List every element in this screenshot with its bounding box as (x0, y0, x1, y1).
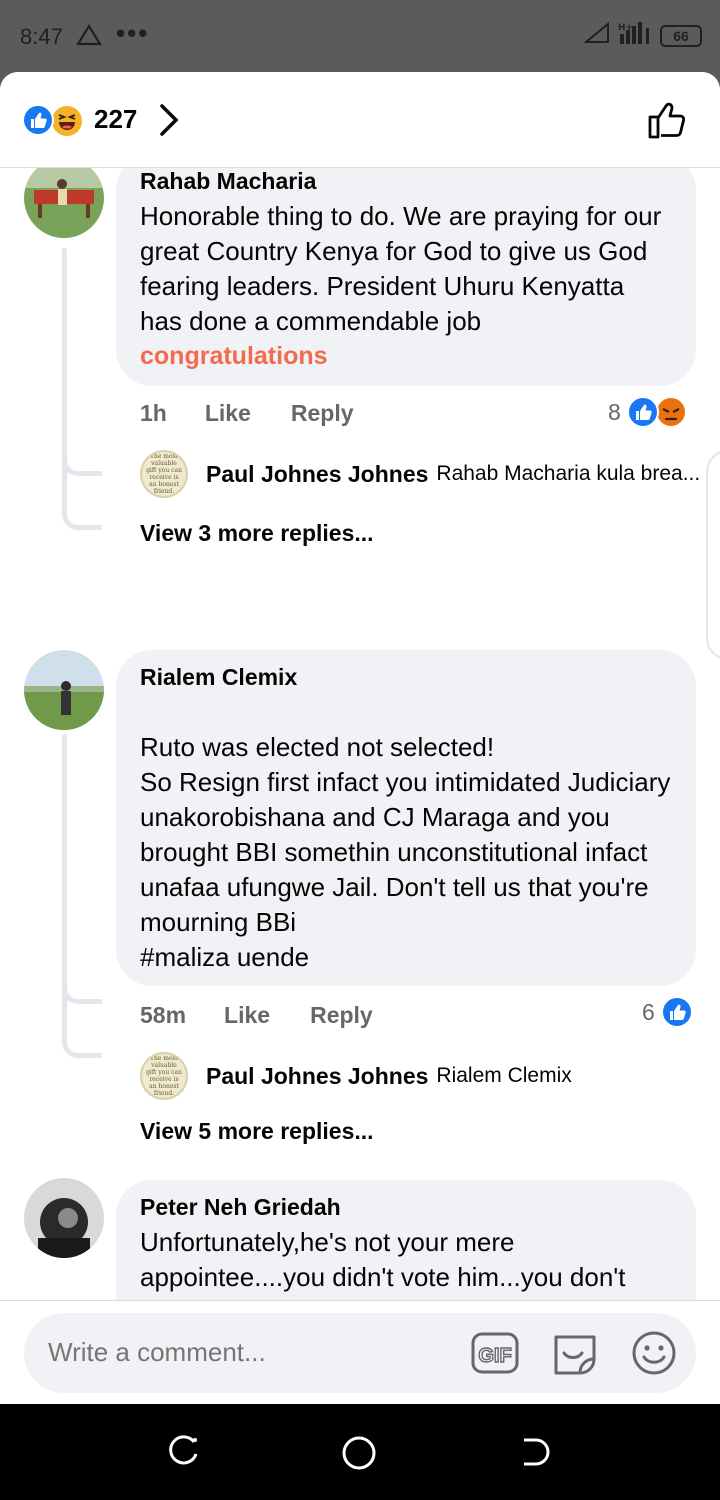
comment-author[interactable]: Peter Neh Griedah (140, 1194, 672, 1221)
emoji-icon[interactable] (630, 1329, 678, 1382)
view-more-replies[interactable]: View 3 more replies... (140, 520, 374, 547)
like-reaction-icon (660, 996, 693, 1028)
avatar[interactable]: The most valuable gift you can receive i… (140, 450, 188, 498)
comment-text: Honorable thing to do. We are praying fo… (140, 201, 662, 336)
like-reaction-icon (626, 396, 659, 428)
comment-text: Ruto was elected not selected! So Resign… (140, 732, 671, 972)
back-button[interactable] (516, 1434, 552, 1475)
avatar[interactable] (24, 1178, 104, 1258)
reaction-count[interactable]: 227 (94, 104, 137, 135)
avatar[interactable]: The most valuable gift you can receive i… (140, 1052, 188, 1100)
reply-author[interactable]: Paul Johnes Johnes (206, 461, 428, 488)
comment-author[interactable]: Rahab Macharia (140, 168, 672, 195)
chevron-right-icon[interactable] (158, 102, 182, 143)
view-more-replies[interactable]: View 5 more replies... (140, 1118, 374, 1145)
reply-button[interactable]: Reply (310, 1002, 373, 1029)
like-reaction-icon[interactable] (22, 104, 54, 136)
hashtag-link[interactable]: congratulations (140, 339, 672, 373)
svg-text:H+: H+ (618, 23, 633, 33)
comment-input-box[interactable]: GIF (24, 1313, 696, 1393)
comment-time: 58m (140, 1002, 187, 1028)
wifi-off-icon (583, 21, 610, 49)
recent-apps-button[interactable] (166, 1434, 202, 1475)
reactions-header: 227 (0, 72, 720, 168)
status-icons: H+ 66 (583, 20, 702, 51)
comments-sheet: 227 Rahab Macharia Honorable thing to do… (0, 72, 720, 1404)
comment-reactions[interactable]: 6 (642, 996, 693, 1028)
reaction-count: 8 (608, 398, 621, 425)
system-nav-bar (0, 1404, 720, 1500)
comment-reactions[interactable]: 8 (608, 396, 687, 428)
like-button[interactable]: Like (205, 400, 251, 427)
signal-icon: H+ (618, 20, 652, 51)
angry-reaction-icon (654, 396, 687, 428)
status-bar: 8:47 ••• H+ 66 (0, 0, 720, 72)
gif-label: GIF (478, 1345, 511, 1367)
comment-text: Unfortunately,he's not your mere appoint… (140, 1227, 633, 1300)
reply-snippet: Rahab Macharia kula brea... (436, 462, 701, 485)
thread-branch (62, 504, 102, 530)
comments-list: Rahab Macharia Honorable thing to do. We… (0, 168, 720, 1300)
thread-branch (62, 1032, 102, 1058)
reply-author[interactable]: Paul Johnes Johnes (206, 1063, 428, 1090)
comment-bubble[interactable]: Rialem Clemix Ruto was elected not selec… (116, 650, 696, 986)
comment-time: 1h (140, 400, 167, 426)
sticker-icon[interactable] (550, 1329, 600, 1382)
like-post-button[interactable] (646, 98, 690, 147)
more-notifications-icon: ••• (116, 18, 150, 48)
reaction-count: 6 (642, 998, 655, 1025)
comment-composer: GIF (0, 1300, 720, 1404)
reply-preview[interactable]: The most valuable gift you can receive i… (140, 450, 700, 498)
comment-actions: 58m Like Reply (140, 1002, 373, 1029)
home-button[interactable] (340, 1434, 378, 1477)
reply-preview[interactable]: The most valuable gift you can receive i… (140, 1052, 572, 1100)
gif-button[interactable]: GIF (470, 1329, 520, 1382)
avatar[interactable] (24, 168, 104, 238)
comment-bubble[interactable]: Peter Neh Griedah Unfortunately,he's not… (116, 1180, 696, 1300)
status-time: 8:47 (20, 24, 63, 49)
comment-actions: 1h Like Reply (140, 400, 354, 427)
avatar[interactable] (24, 650, 104, 730)
like-button[interactable]: Like (224, 1002, 270, 1029)
warning-icon (76, 23, 102, 51)
comment-author[interactable]: Rialem Clemix (140, 664, 672, 691)
thread-branch (62, 446, 102, 476)
reply-snippet: Rialem Clemix (436, 1064, 572, 1087)
battery-icon: 66 (660, 24, 702, 47)
comment-input[interactable] (48, 1337, 448, 1368)
scroll-handle[interactable] (706, 450, 720, 660)
reply-button[interactable]: Reply (291, 400, 354, 427)
haha-reaction-icon[interactable] (50, 104, 84, 138)
comment-bubble[interactable]: Rahab Macharia Honorable thing to do. We… (116, 168, 696, 386)
thread-branch (62, 974, 102, 1004)
